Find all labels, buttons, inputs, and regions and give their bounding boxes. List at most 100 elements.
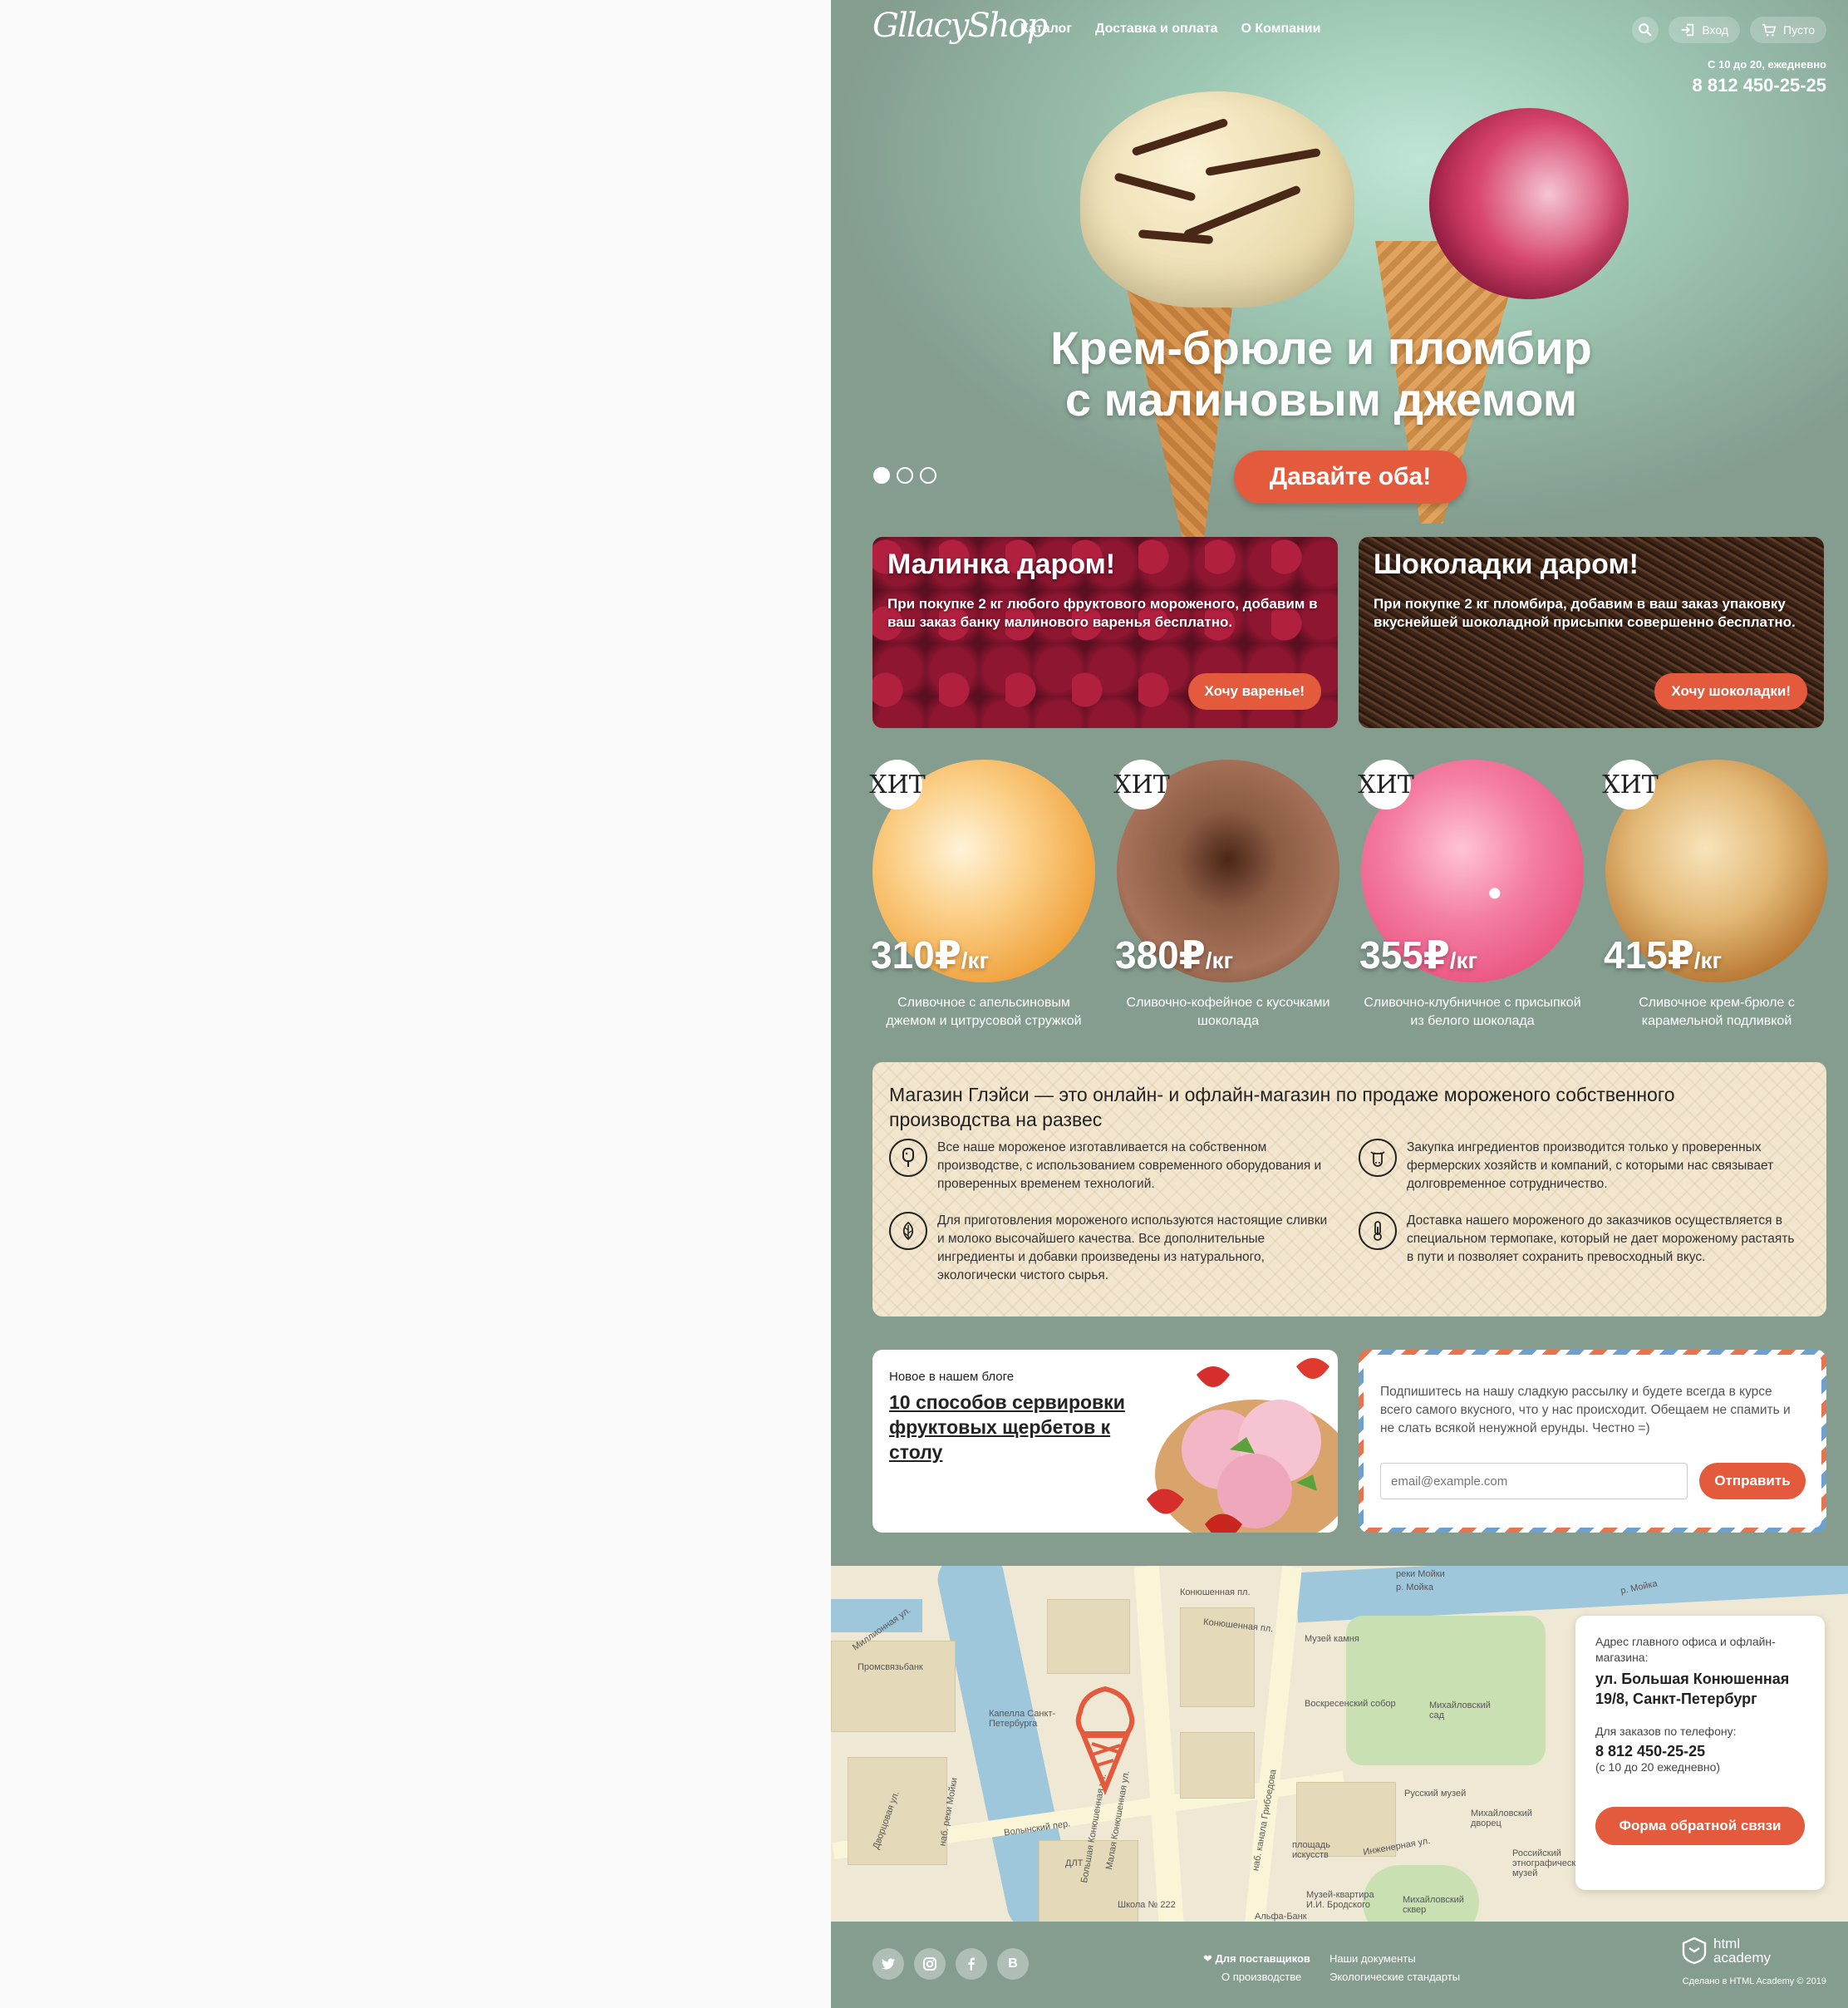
nav-delivery[interactable]: Доставка и оплата — [1095, 22, 1218, 37]
blog-card: Новое в нашем блоге 10 способов сервиров… — [872, 1350, 1338, 1533]
product-name[interactable]: Сливочно-клубничное с присыпкой из белог… — [1361, 994, 1584, 1031]
ice-cream-scoop-raspberry — [1429, 108, 1629, 299]
header-actions: Вход Пусто — [1632, 17, 1826, 43]
map-label: Альфа-Банк — [1255, 1912, 1307, 1922]
product-name[interactable]: Сливочно-кофейное с кусочками шоколада — [1117, 994, 1339, 1031]
ice-cream-scoop-creme-brulee — [1080, 91, 1354, 308]
leaf-icon — [889, 1212, 927, 1250]
map-label: Музей-квартира И.И. Бродского — [1306, 1890, 1374, 1910]
address-label: Адрес главного офиса и офлайн-магазина: — [1595, 1635, 1776, 1664]
email-field[interactable] — [1380, 1463, 1688, 1499]
page: Крем-брюле и пломбир с малиновым джемом … — [831, 0, 1848, 2008]
feature-text: Доставка нашего мороженого до заказчиков… — [1407, 1213, 1795, 1264]
about-section: Магазин Глэйси — это онлайн- и офлайн-ма… — [872, 1062, 1826, 1317]
feature-item: Для приготовления мороженого используютс… — [889, 1212, 1329, 1285]
product-card[interactable]: ХИТ 415₽/кг Сливочное крем-брюле с карам… — [1602, 760, 1828, 1034]
academy-text: html academy — [1713, 1936, 1771, 1966]
blog-link[interactable]: 10 способов сервировки фруктовых щербето… — [889, 1390, 1130, 1464]
promo-chocolate: Шоколадки даром! При покупке 2 кг пломби… — [1359, 537, 1824, 728]
logo[interactable]: GllacyShop — [872, 7, 1048, 60]
map-label: Капелла Санкт-Петербурга — [989, 1709, 1056, 1729]
cart-button[interactable]: Пусто — [1750, 17, 1826, 43]
instagram-icon[interactable] — [914, 1948, 946, 1980]
eco-standards-link[interactable]: Экологические стандарты — [1329, 1968, 1460, 1986]
feature-item: Доставка нашего мороженого до заказчиков… — [1359, 1212, 1799, 1267]
map-label: реки Мойки — [1396, 1569, 1445, 1579]
cart-label: Пусто — [1783, 23, 1815, 37]
product-name[interactable]: Сливочное крем-брюле с карамельной подли… — [1605, 994, 1828, 1031]
subscribe-text: Подпишитесь на нашу сладкую рассылку и б… — [1380, 1385, 1791, 1435]
nav-catalog[interactable]: Каталог — [1020, 22, 1072, 37]
map-label: ДЛТ — [1065, 1858, 1084, 1868]
hero-title: Крем-брюле и пломбир с малиновым джемом — [1050, 322, 1592, 426]
cart-icon — [1762, 23, 1777, 37]
work-hours: С 10 до 20, ежедневно — [1707, 58, 1826, 71]
nav-about[interactable]: О Компании — [1241, 22, 1320, 37]
map-label: Михайловский сквер — [1403, 1895, 1464, 1915]
documents-link[interactable]: Наши документы — [1329, 1950, 1460, 1968]
product-price: 310₽/кг — [871, 933, 990, 977]
academy-credit: Сделано в HTML Academy © 2019 — [1682, 1976, 1826, 1986]
header-phone[interactable]: 8 812 450-25-25 — [1693, 75, 1826, 96]
feature-item: Все наше мороженое изготавливается на со… — [889, 1139, 1329, 1193]
product-card[interactable]: ХИТ 355₽/кг Сливочно-клубничное с присып… — [1358, 760, 1584, 1034]
subscribe-button[interactable]: Отправить — [1699, 1463, 1806, 1499]
social-links: В — [872, 1948, 1029, 1980]
slider-dot-2[interactable] — [897, 467, 913, 484]
promo-raspberry-button[interactable]: Хочу варенье! — [1187, 673, 1321, 710]
product-card[interactable]: ХИТ 380₽/кг Сливочно-кофейное с кусочкам… — [1113, 760, 1339, 1034]
promo-text: При покупке 2 кг пломбира, добавим в ваш… — [1374, 596, 1796, 630]
map-label: площадь искусств — [1292, 1840, 1330, 1860]
vk-icon[interactable]: В — [997, 1948, 1029, 1980]
thermometer-icon — [1359, 1212, 1397, 1250]
map-label: Конюшенная пл. — [1180, 1587, 1251, 1597]
html-academy-logo[interactable]: html academy — [1682, 1937, 1780, 1965]
feature-item: Закупка ингредиентов производится только… — [1359, 1139, 1799, 1193]
footer-links-col1: ❤ Для поставщиков О производстве — [1203, 1950, 1310, 1986]
slider-dots — [873, 467, 936, 484]
promo-text: При покупке 2 кг любого фруктового морож… — [887, 596, 1318, 630]
address: ул. Большая Конюшенная 19/8, Санкт-Петер… — [1595, 1671, 1790, 1707]
contact-phone[interactable]: 8 812 450-25-25 — [1595, 1743, 1805, 1760]
contact-hours: (с 10 до 20 ежедневно) — [1595, 1760, 1721, 1774]
subscribe-card: Подпишитесь на нашу сладкую рассылку и б… — [1359, 1350, 1826, 1533]
site-footer: В ❤ Для поставщиков О производстве Наши … — [831, 1922, 1848, 2008]
cow-icon — [1359, 1139, 1397, 1177]
product-price: 355₽/кг — [1359, 933, 1478, 977]
hit-badge: ХИТ — [1602, 760, 1659, 810]
feedback-button[interactable]: Форма обратной связи — [1595, 1807, 1805, 1845]
academy-shield-icon — [1682, 1937, 1707, 1965]
slider-dot-1[interactable] — [873, 467, 890, 484]
hero-cta-button[interactable]: Давайте оба! — [1234, 450, 1467, 504]
login-button[interactable]: Вход — [1669, 17, 1741, 43]
promo-title: Малинка даром! — [887, 549, 1116, 580]
product-card[interactable]: ХИТ 310₽/кг Сливочное с апельсиновым дже… — [869, 760, 1095, 1034]
map-label: Русский музей — [1404, 1789, 1467, 1799]
login-label: Вход — [1702, 23, 1729, 37]
production-link[interactable]: О производстве — [1203, 1968, 1310, 1986]
map-label: Михайловский дворец — [1471, 1809, 1532, 1828]
promo-title: Шоколадки даром! — [1374, 549, 1639, 580]
popsicle-icon — [889, 1139, 927, 1177]
blog-kicker: Новое в нашем блоге — [889, 1370, 1015, 1384]
promo-chocolate-button[interactable]: Хочу шоколадки! — [1654, 673, 1807, 710]
search-button[interactable] — [1632, 17, 1659, 43]
suppliers-link[interactable]: ❤ Для поставщиков — [1203, 1950, 1310, 1968]
twitter-icon[interactable] — [872, 1948, 904, 1980]
promo-raspberry: Малинка даром! При покупке 2 кг любого ф… — [872, 537, 1338, 728]
hit-products: ХИТ 310₽/кг Сливочное с апельсиновым дже… — [869, 760, 1848, 1034]
facebook-icon[interactable] — [956, 1948, 987, 1980]
footer-links-col2: Наши документы Экологические стандарты — [1329, 1950, 1460, 1986]
login-icon — [1682, 23, 1694, 37]
map[interactable]: реки Мойки Конюшенная пл. Конюшенная пл.… — [831, 1566, 1848, 1922]
product-price: 415₽/кг — [1604, 933, 1723, 977]
map-label: Воскресенский собор — [1305, 1699, 1396, 1709]
product-name[interactable]: Сливочное с апельсиновым джемом и цитрус… — [872, 994, 1095, 1031]
feature-text: Для приготовления мороженого используютс… — [937, 1213, 1328, 1282]
contacts-card: Адрес главного офиса и офлайн-магазина: … — [1575, 1616, 1825, 1890]
slider-dot-3[interactable] — [920, 467, 936, 484]
map-label: Музей камня — [1305, 1634, 1359, 1644]
hit-badge: ХИТ — [869, 760, 926, 810]
map-label: Российский этнографический музей — [1512, 1848, 1586, 1878]
blog-image-sorbet — [1147, 1358, 1338, 1533]
